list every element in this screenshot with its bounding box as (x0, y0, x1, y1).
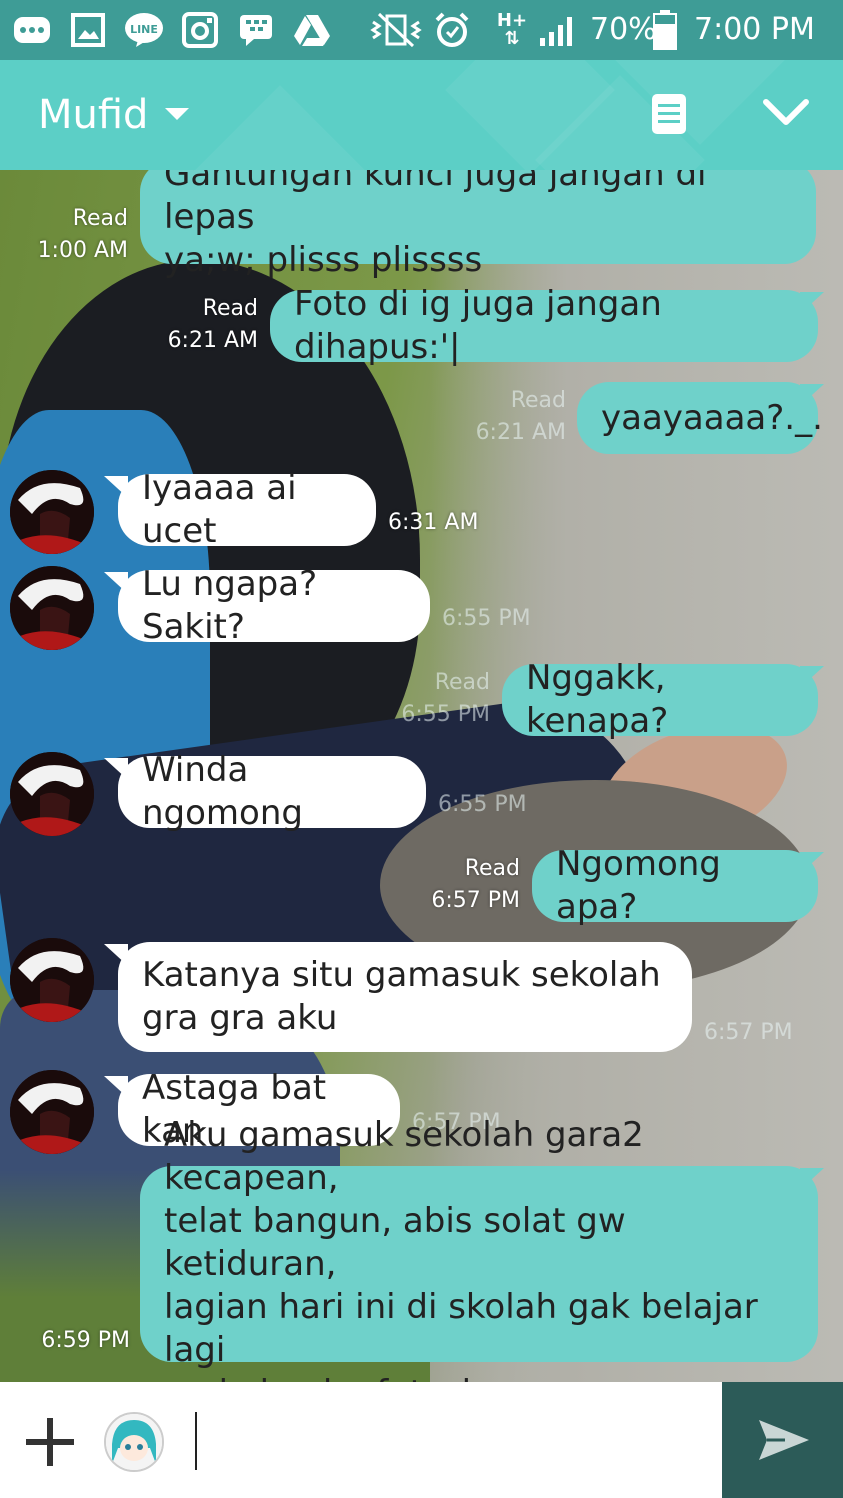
chat-area[interactable]: Gantungan kunci juga jangan di lepas ya;… (0, 170, 843, 1382)
message-time: 6:55 PM (438, 792, 527, 817)
bubble-tail (104, 1076, 128, 1098)
message-input[interactable] (190, 1406, 704, 1476)
line-badge-text: LINE (130, 23, 158, 36)
vibrate-icon (368, 10, 424, 50)
bubble-tail (800, 666, 824, 688)
sticker-icon[interactable] (104, 1412, 164, 1472)
message-time: 6:21 AM (167, 328, 258, 353)
battery-percent: 70% (590, 12, 657, 47)
message-time: 6:59 PM (41, 1328, 130, 1353)
read-receipt: Read (72, 206, 128, 231)
bubble-tail (800, 1168, 824, 1190)
message-bubble[interactable]: Winda ngomong (118, 750, 426, 833)
avatar[interactable] (10, 938, 94, 1022)
header-pattern (195, 85, 365, 170)
data-arrows-icon: H+ ⇅ (490, 10, 534, 50)
message-bubble[interactable]: Katanya situ gamasuk sekolah gra gra aku (118, 942, 692, 1052)
avatar[interactable] (10, 470, 94, 554)
clock-time: 7:00 PM (694, 12, 815, 47)
chevron-down-icon[interactable] (760, 92, 816, 142)
message-bubble[interactable]: Ngomong apa? (532, 844, 818, 927)
chat-header: Mufid (0, 60, 843, 170)
message-time: 6:21 AM (475, 420, 566, 445)
send-icon (758, 1420, 809, 1460)
status-bar: LINE H+ ⇅ 70% 7:00 PM (0, 0, 843, 60)
message-bubble[interactable]: Nggakk, kenapa? (502, 658, 818, 741)
read-receipt: Read (510, 388, 566, 413)
bubble-tail (104, 758, 128, 780)
message-time: 1:00 AM (37, 238, 128, 263)
plus-icon[interactable] (24, 1416, 76, 1468)
message-time: 6:57 PM (431, 888, 520, 913)
message-bubble[interactable]: Gantungan kunci juga jangan di lepas ya;… (140, 170, 816, 280)
drive-icon (292, 10, 332, 50)
bbm-icon (236, 10, 276, 50)
message-bubble[interactable]: Iyaaaa ai ucet (118, 468, 376, 551)
alarm-icon (432, 10, 472, 50)
message-bubble[interactable]: Foto di ig juga jangan dihapus:'| (270, 284, 818, 367)
more-icon (12, 10, 52, 50)
line-icon: LINE (124, 10, 164, 50)
bubble-tail (800, 384, 824, 406)
dropdown-caret-icon[interactable] (165, 108, 189, 120)
gallery-icon (68, 10, 108, 50)
message-time: 6:31 AM (388, 510, 479, 535)
arrows-glyph: ⇅ (504, 28, 520, 49)
avatar[interactable] (10, 566, 94, 650)
message-bubble[interactable]: Aku gamasuk sekolah gara2 kecapean, tela… (140, 1115, 818, 1382)
message-bubble[interactable]: Lu ngapa? Sakit? (118, 564, 430, 647)
bubble-tail (104, 572, 128, 594)
message-time: 6:55 PM (442, 606, 531, 631)
avatar[interactable] (10, 1070, 94, 1154)
chat-title[interactable]: Mufid (38, 90, 148, 140)
avatar[interactable] (10, 752, 94, 836)
text-caret (195, 1412, 197, 1470)
message-bubble[interactable]: yaayaaaa?._. (577, 382, 823, 454)
message-time: 6:57 PM (704, 1020, 793, 1045)
message-composer (0, 1382, 722, 1498)
read-receipt: Read (202, 296, 258, 321)
notes-icon[interactable] (650, 92, 700, 142)
read-receipt: Read (434, 670, 490, 695)
read-receipt: Read (464, 856, 520, 881)
signal-icon (538, 10, 578, 50)
send-button[interactable] (722, 1382, 843, 1498)
bubble-tail (104, 476, 128, 498)
message-time: 6:55 PM (401, 702, 490, 727)
instagram-icon (180, 10, 220, 50)
bubble-tail (104, 944, 128, 966)
bubble-tail (800, 292, 824, 314)
bubble-tail (800, 852, 824, 874)
battery-icon (650, 10, 680, 50)
